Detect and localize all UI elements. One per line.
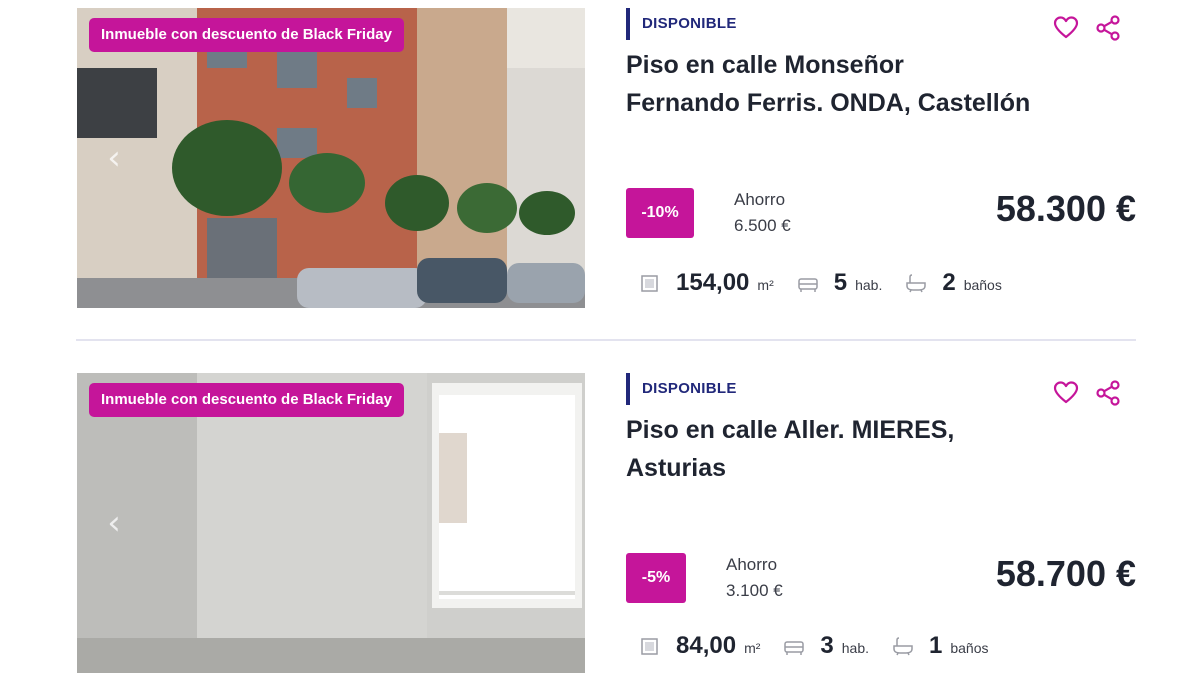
rooms-feature: 3 hab. xyxy=(782,632,869,660)
title-line: Piso en calle Aller. MIERES, xyxy=(626,416,955,444)
bed-icon xyxy=(784,641,805,655)
room-photo xyxy=(77,373,585,673)
listing-photo[interactable]: Inmueble con descuento de Black Friday ‹… xyxy=(77,373,585,673)
area-unit: m² xyxy=(744,640,761,656)
area-icon xyxy=(641,275,658,292)
price: 58.700 € xyxy=(995,553,1136,594)
baths-unit: baños xyxy=(963,277,1002,293)
features-row: 154,00 m² 5 hab. 2 baños xyxy=(638,268,1024,298)
rooms-unit: hab. xyxy=(855,277,883,293)
heart-icon[interactable] xyxy=(1052,14,1080,42)
baths-value: 2 xyxy=(942,269,956,296)
features-row: 84,00 m² 3 hab. 1 baños xyxy=(638,631,1011,661)
divider xyxy=(76,339,1136,341)
listing-card[interactable]: Inmueble con descuento de Black Friday ‹… xyxy=(0,365,1200,675)
baths-feature: 2 baños xyxy=(904,269,1002,297)
area-icon xyxy=(641,638,658,655)
savings-amount: 3.100 € xyxy=(726,581,783,600)
share-icon[interactable] xyxy=(1094,14,1122,42)
chevron-right-icon[interactable]: › xyxy=(533,506,563,540)
bathtub-icon xyxy=(906,274,927,293)
savings-amount: 6.500 € xyxy=(734,216,791,235)
area-unit: m² xyxy=(757,277,774,293)
area-feature: 154,00 m² xyxy=(638,269,774,297)
share-icon[interactable] xyxy=(1094,379,1122,407)
discount-badge: -10% xyxy=(626,188,694,238)
baths-value: 1 xyxy=(929,632,943,659)
listing-title[interactable]: Piso en calle Monseñor Fernando Ferris. … xyxy=(626,46,1096,122)
savings-label: Ahorro xyxy=(726,555,778,574)
discount-badge: -5% xyxy=(626,553,686,603)
listing-card[interactable]: Inmueble con descuento de Black Friday ‹… xyxy=(0,0,1200,320)
price: 58.300 € xyxy=(995,188,1136,229)
status-badge: DISPONIBLE xyxy=(626,8,737,40)
area-value: 84,00 xyxy=(676,632,737,659)
area-value: 154,00 xyxy=(676,269,750,296)
baths-feature: 1 baños xyxy=(891,632,989,660)
rooms-value: 3 xyxy=(820,632,834,659)
black-friday-badge: Inmueble con descuento de Black Friday xyxy=(89,383,404,417)
status-badge: DISPONIBLE xyxy=(626,373,737,405)
rooms-feature: 5 hab. xyxy=(796,269,883,297)
title-line: Asturias xyxy=(626,454,727,482)
area-feature: 84,00 m² xyxy=(638,632,760,660)
title-line: Fernando Ferris. ONDA, Castellón xyxy=(626,89,1031,117)
baths-unit: baños xyxy=(950,640,989,656)
listing-title[interactable]: Piso en calle Aller. MIERES, Asturias xyxy=(626,411,1096,487)
bed-icon xyxy=(797,278,818,292)
rooms-value: 5 xyxy=(833,269,848,296)
black-friday-badge: Inmueble con descuento de Black Friday xyxy=(89,18,404,52)
bathtub-icon xyxy=(893,637,913,656)
listing-photo[interactable]: Inmueble con descuento de Black Friday ‹ xyxy=(77,8,585,308)
rooms-unit: hab. xyxy=(841,640,869,656)
savings-label: Ahorro xyxy=(734,190,786,209)
chevron-left-icon[interactable]: ‹ xyxy=(99,506,129,540)
building-photo xyxy=(77,8,585,308)
chevron-left-icon[interactable]: ‹ xyxy=(99,141,129,175)
heart-icon[interactable] xyxy=(1052,379,1080,407)
title-line: Piso en calle Monseñor xyxy=(626,51,904,79)
